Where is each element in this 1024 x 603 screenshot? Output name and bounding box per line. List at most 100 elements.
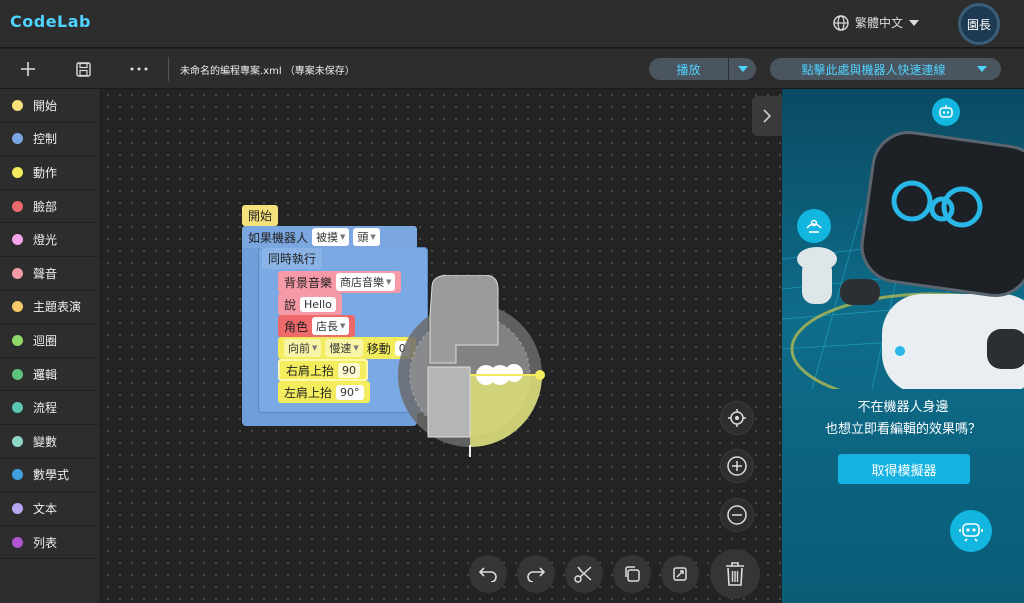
sidebar-item-start[interactable]: 開始 — [0, 89, 100, 123]
collapse-panel-button[interactable] — [752, 96, 782, 136]
app-logo: CodeLab — [10, 12, 91, 31]
robot-face-icon[interactable] — [932, 98, 960, 126]
sidebar-item-label: 列表 — [33, 535, 58, 550]
play-control: 播放 — [649, 58, 756, 80]
caret-down-icon — [737, 66, 748, 72]
language-selector[interactable]: 繁體中文 — [833, 14, 920, 31]
left-shoulder-block[interactable]: 左肩上抬 90° — [278, 381, 370, 403]
bgm-value: 商店音樂 — [340, 276, 385, 289]
top-bar: CodeLab 繁體中文 園長 — [0, 0, 1024, 48]
caret-down-icon: ▼ — [340, 322, 346, 330]
more-icon — [130, 67, 148, 71]
category-dot — [12, 368, 23, 380]
say-block[interactable]: 說 Hello — [278, 293, 342, 315]
sidebar-item-control[interactable]: 控制 — [0, 123, 100, 157]
start-block[interactable]: 開始 — [242, 205, 279, 226]
category-dot — [12, 166, 23, 178]
sidebar-item-label: 迴圈 — [33, 333, 58, 348]
code-workspace[interactable]: 開始 如果機器人 被摸 ▼ 頭 ▼ 同時執行 背景音樂 商店音樂 ▼ 說 Hello … — [102, 89, 781, 603]
save-button[interactable] — [71, 57, 95, 81]
caret-down-icon — [909, 19, 920, 26]
touched-dropdown[interactable]: 被摸 ▼ — [312, 228, 350, 246]
zoom-in-icon — [727, 456, 747, 476]
role-value: 店長 — [316, 320, 339, 333]
right-shoulder-block[interactable]: 右肩上抬 90 — [278, 359, 369, 381]
copy-icon — [625, 566, 640, 582]
sidebar-item-logic[interactable]: 邏輯 — [0, 358, 100, 392]
zoom-in-button[interactable] — [720, 449, 754, 483]
parallel-block[interactable]: 同時執行 — [262, 248, 323, 269]
role-label: 角色 — [284, 319, 309, 334]
chevron-right-icon — [763, 109, 771, 123]
recenter-button[interactable] — [720, 401, 754, 435]
connect-robot-label: 點擊此處與機器人快速連線 — [801, 62, 946, 77]
plus-icon — [21, 62, 35, 76]
angle-picker-widget[interactable] — [390, 275, 560, 457]
category-dot — [12, 200, 23, 212]
scissors-icon — [574, 566, 592, 583]
speed-dropdown[interactable]: 慢速 ▼ — [325, 339, 363, 357]
robot-assistant-icon[interactable] — [950, 510, 992, 552]
user-avatar[interactable]: 園長 — [958, 3, 1000, 45]
toolbar-divider — [168, 57, 169, 81]
play-button[interactable]: 播放 — [649, 61, 728, 78]
toolbar: 未命名的編程專案.xml （專案未保存） 播放 點擊此處與機器人快速連線 — [0, 49, 1024, 89]
play-dropdown-button[interactable] — [728, 58, 756, 80]
role-block[interactable]: 角色 店長 ▼ — [278, 315, 356, 337]
undo-button[interactable] — [469, 555, 507, 593]
sidebar-item-loops[interactable]: 迴圈 — [0, 324, 100, 358]
sidebar-item-variables[interactable]: 變數 — [0, 425, 100, 459]
block-category-sidebar: 開始 控制 動作 臉部 燈光 聲音 主題表演 迴圈 邏輯 流程 變數 數學式 文… — [0, 89, 101, 603]
copy-button[interactable] — [613, 555, 651, 593]
say-input[interactable]: Hello — [300, 296, 336, 312]
role-dropdown[interactable]: 店長 ▼ — [312, 317, 350, 335]
speed-value: 慢速 — [329, 342, 352, 355]
globe-icon — [833, 14, 849, 31]
paste-button[interactable] — [661, 555, 699, 593]
if-robot-block[interactable]: 如果機器人 被摸 ▼ 頭 ▼ — [242, 226, 417, 248]
simulator-prompt-line1: 不在機器人身邊 — [857, 400, 949, 415]
cut-button[interactable] — [565, 555, 603, 593]
sidebar-item-flow[interactable]: 流程 — [0, 391, 100, 425]
language-label: 繁體中文 — [855, 16, 904, 30]
sidebar-item-label: 控制 — [33, 132, 58, 147]
sidebar-item-sound[interactable]: 聲音 — [0, 257, 100, 291]
bgm-dropdown[interactable]: 商店音樂 ▼ — [336, 273, 396, 291]
get-simulator-button[interactable]: 取得模擬器 — [838, 454, 970, 484]
category-dot — [12, 502, 23, 514]
bgm-block[interactable]: 背景音樂 商店音樂 ▼ — [278, 271, 402, 293]
sidebar-item-label: 動作 — [33, 165, 58, 180]
sidebar-item-motion[interactable]: 動作 — [0, 156, 100, 190]
sidebar-item-lights[interactable]: 燈光 — [0, 223, 100, 257]
category-dot — [12, 536, 23, 548]
sidebar-item-face[interactable]: 臉部 — [0, 190, 100, 224]
body-part-dropdown[interactable]: 頭 ▼ — [353, 228, 380, 246]
left-shoulder-angle-input[interactable]: 90° — [336, 384, 364, 400]
sidebar-item-label: 數學式 — [33, 468, 70, 483]
direction-dropdown[interactable]: 向前 ▼ — [284, 339, 322, 357]
new-project-button[interactable] — [16, 57, 40, 81]
more-options-button[interactable] — [127, 57, 151, 81]
sidebar-item-label: 變數 — [33, 434, 58, 449]
category-dot — [12, 469, 23, 481]
zoom-out-button[interactable] — [720, 498, 754, 532]
parallel-label: 同時執行 — [268, 252, 317, 266]
category-dot — [12, 435, 23, 447]
category-dot — [12, 402, 23, 414]
redo-button[interactable] — [517, 555, 555, 593]
sidebar-item-text[interactable]: 文本 — [0, 492, 100, 526]
sidebar-item-lists[interactable]: 列表 — [0, 526, 100, 560]
category-dot — [12, 133, 23, 145]
category-dot — [12, 334, 23, 346]
move-label: 移動 — [366, 341, 391, 356]
sidebar-item-label: 主題表演 — [33, 300, 82, 315]
caret-down-icon: ▼ — [370, 233, 376, 241]
connect-robot-button[interactable]: 點擊此處與機器人快速連線 — [770, 58, 1001, 80]
trash-button[interactable] — [710, 549, 760, 599]
sidebar-item-math[interactable]: 數學式 — [0, 459, 100, 493]
robot-wave-icon[interactable] — [797, 209, 831, 243]
sidebar-item-theme-show[interactable]: 主題表演 — [0, 291, 100, 325]
caret-down-icon: ▼ — [340, 233, 346, 241]
right-shoulder-angle-input[interactable]: 90 — [338, 362, 361, 378]
project-filename: 未命名的編程專案.xml （專案未保存） — [180, 66, 355, 77]
